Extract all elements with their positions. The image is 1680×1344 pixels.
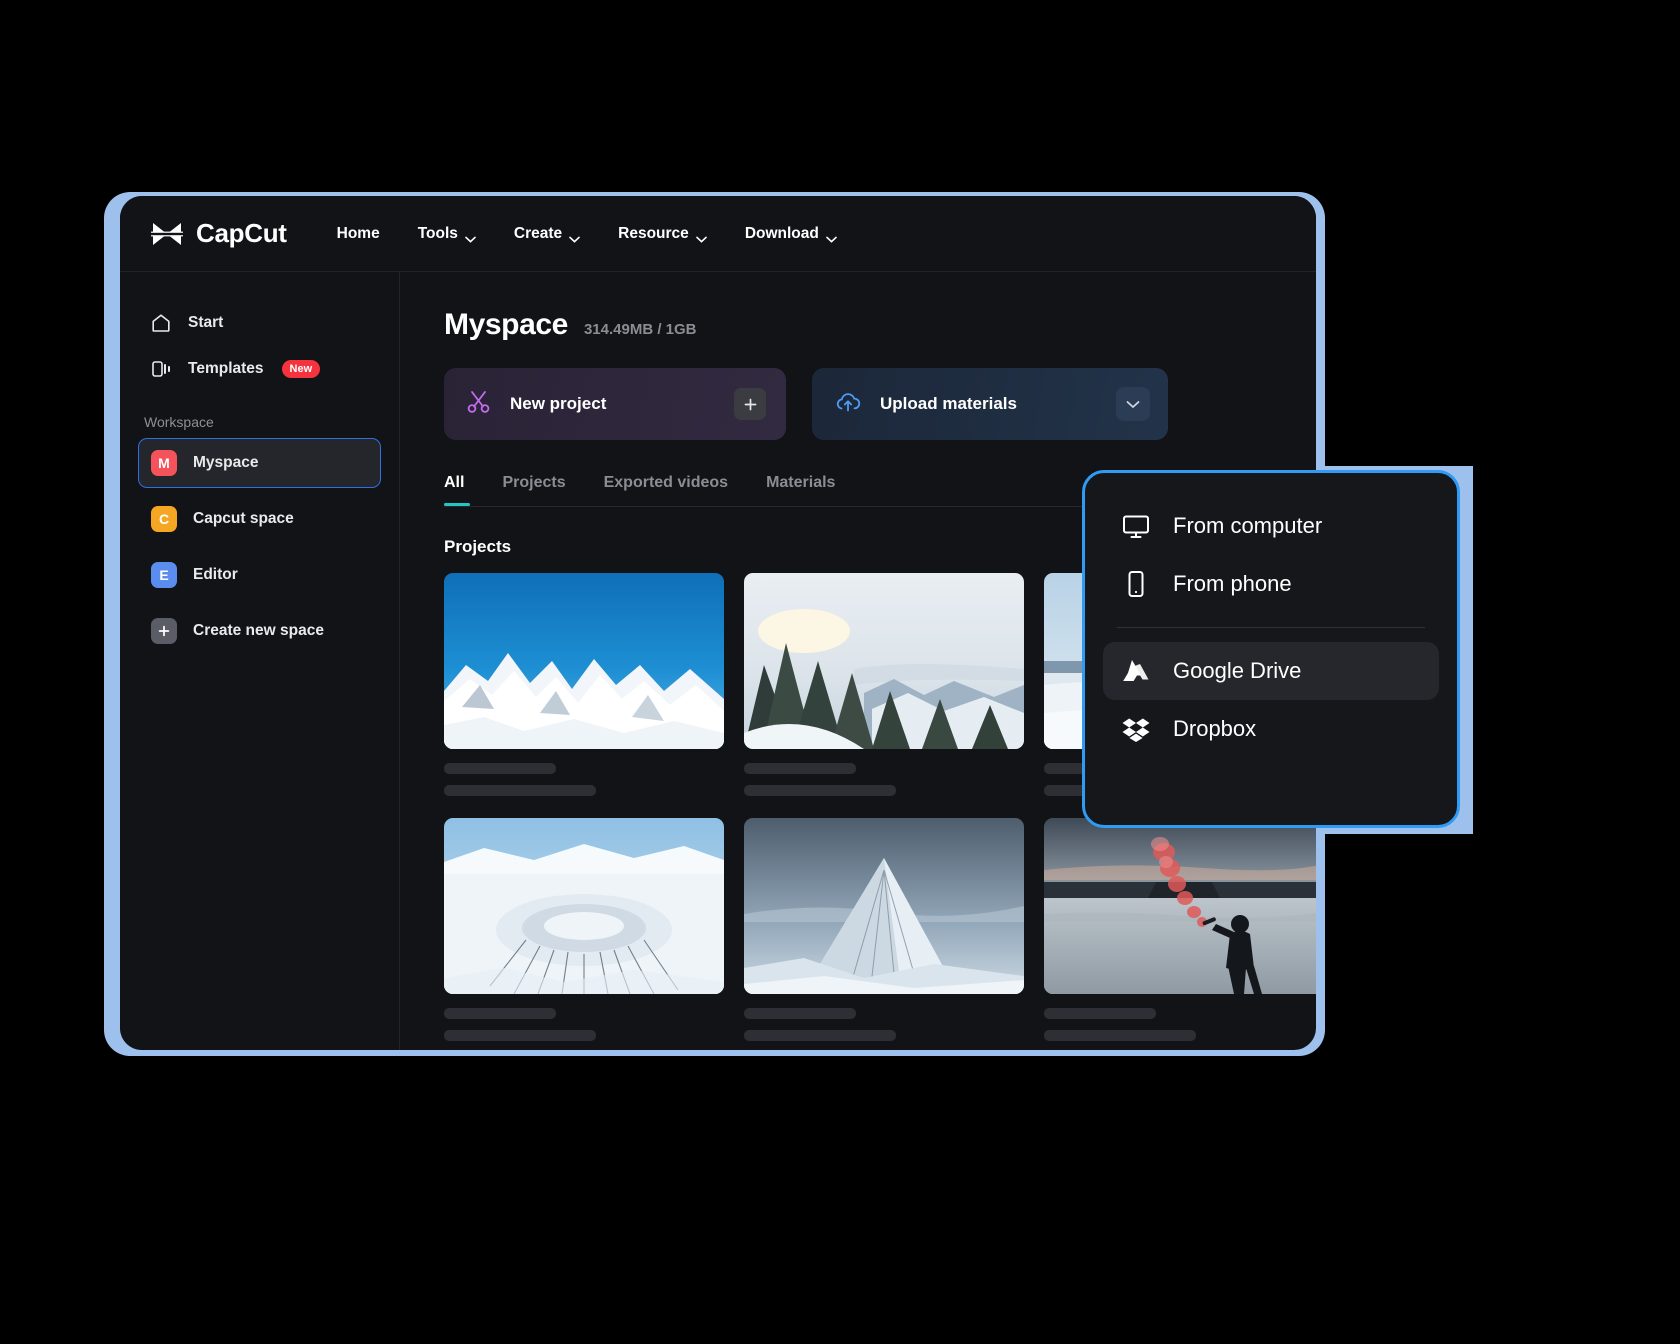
nav-item-create[interactable]: Create: [510, 219, 584, 249]
sidebar-item-label: Myspace: [193, 454, 259, 471]
project-card[interactable]: [1044, 818, 1316, 1041]
sidebar-item-myspace[interactable]: M Myspace: [138, 438, 381, 488]
scissors-icon: [466, 389, 492, 420]
chevron-down-icon: [569, 230, 580, 243]
action-label: New project: [510, 394, 607, 413]
sidebar-item-editor[interactable]: E Editor: [138, 550, 381, 600]
sidebar: Start Templates New Workspace M Myspace …: [120, 272, 400, 1050]
tab-label: All: [444, 474, 465, 491]
sidebar-item-label: Templates: [188, 360, 264, 377]
sidebar-item-label: Create new space: [193, 622, 324, 639]
workspace-avatar: C: [151, 506, 177, 532]
dropdown-item-google-drive[interactable]: Google Drive: [1103, 642, 1439, 700]
dropdown-item-label: Dropbox: [1173, 716, 1257, 741]
plus-icon: [151, 618, 177, 644]
project-meta-placeholder: [744, 785, 896, 796]
sidebar-item-create-new-space[interactable]: Create new space: [138, 606, 381, 656]
chevron-down-icon: [696, 230, 707, 243]
sidebar-item-label: Editor: [193, 566, 238, 583]
nav-item-label: Download: [744, 224, 819, 242]
page-title: Myspace: [444, 308, 568, 341]
tab-label: Materials: [766, 474, 836, 491]
project-title-placeholder: [1044, 1008, 1156, 1019]
nav-item-home[interactable]: Home: [333, 219, 384, 249]
project-card[interactable]: [444, 818, 724, 1041]
tab-all[interactable]: All: [444, 474, 471, 506]
nav-item-tools[interactable]: Tools: [414, 219, 480, 249]
project-title-placeholder: [744, 763, 856, 774]
sidebar-item-label: Start: [188, 314, 224, 331]
chevron-down-icon: [826, 230, 837, 243]
dropdown-divider: [1117, 627, 1425, 628]
project-card[interactable]: [744, 818, 1024, 1041]
project-thumbnail[interactable]: [744, 573, 1024, 749]
add-plus-icon[interactable]: [734, 388, 766, 420]
project-meta-placeholder: [444, 785, 596, 796]
dropdown-item-label: From computer: [1173, 513, 1323, 538]
navbar-items: Home Tools Create Resource Download: [333, 219, 841, 249]
project-thumbnail[interactable]: [444, 818, 724, 994]
workspace-avatar: M: [151, 450, 177, 476]
sidebar-section-label: Workspace: [144, 414, 214, 430]
project-meta-placeholder: [444, 1030, 596, 1041]
dropdown-item-from-phone[interactable]: From phone: [1103, 555, 1439, 613]
tab-label: Exported videos: [603, 474, 729, 491]
nav-item-label: Home: [336, 224, 380, 242]
dropdown-item-label: Google Drive: [1173, 658, 1302, 683]
new-project-button[interactable]: New project: [444, 368, 786, 440]
capcut-logo-icon: [150, 220, 184, 248]
dropdown-item-dropbox[interactable]: Dropbox: [1103, 700, 1439, 758]
storage-usage-label: 314.49MB / 1GB: [583, 321, 697, 338]
project-card[interactable]: [444, 573, 724, 796]
project-thumbnail[interactable]: [1044, 818, 1316, 994]
project-thumbnail[interactable]: [744, 818, 1024, 994]
chevron-down-icon[interactable]: [1116, 387, 1150, 421]
phone-icon: [1121, 569, 1151, 599]
status-badge-new: New: [281, 360, 321, 378]
screenshot-stage: CapCut Home Tools Create Resource Downlo…: [0, 0, 1680, 1344]
action-buttons-row: New project Upload materials: [444, 368, 1276, 440]
project-meta-placeholder: [1044, 1030, 1196, 1041]
cloud-upload-icon: [834, 389, 862, 420]
tab-label: Projects: [502, 474, 566, 491]
chevron-down-icon: [465, 230, 476, 243]
action-label: Upload materials: [880, 394, 1017, 413]
home-icon: [150, 312, 172, 334]
project-meta-placeholder: [744, 1030, 896, 1041]
nav-item-label: Resource: [618, 224, 689, 242]
sidebar-item-start[interactable]: Start: [138, 300, 381, 346]
monitor-icon: [1121, 511, 1151, 541]
nav-item-label: Create: [513, 224, 563, 242]
project-title-placeholder: [744, 1008, 856, 1019]
brand-name: CapCut: [196, 218, 287, 248]
tab-projects[interactable]: Projects: [502, 474, 565, 506]
upload-materials-button[interactable]: Upload materials: [812, 368, 1168, 440]
project-title-placeholder: [444, 763, 556, 774]
top-navbar: CapCut Home Tools Create Resource Downlo…: [120, 196, 1316, 272]
tab-materials[interactable]: Materials: [766, 474, 835, 506]
sidebar-item-capcut-space[interactable]: C Capcut space: [138, 494, 381, 544]
sidebar-item-label: Capcut space: [193, 510, 294, 527]
dropdown-item-label: From phone: [1173, 571, 1292, 596]
upload-source-dropdown: From computer From phone Google Drive Dr…: [1082, 470, 1460, 828]
page-header: Myspace 314.49MB / 1GB: [444, 308, 1276, 342]
workspace-avatar: E: [151, 562, 177, 588]
nav-item-download[interactable]: Download: [741, 219, 841, 249]
tab-exported-videos[interactable]: Exported videos: [604, 474, 728, 506]
sidebar-item-templates[interactable]: Templates New: [138, 346, 381, 392]
brand-logo-group[interactable]: CapCut: [150, 218, 287, 249]
project-thumbnail[interactable]: [444, 573, 724, 749]
google-drive-icon: [1121, 656, 1151, 686]
nav-item-resource[interactable]: Resource: [614, 219, 711, 249]
project-card[interactable]: [744, 573, 1024, 796]
dropdown-item-from-computer[interactable]: From computer: [1103, 497, 1439, 555]
dropbox-icon: [1121, 714, 1151, 744]
project-title-placeholder: [444, 1008, 556, 1019]
nav-item-label: Tools: [417, 224, 458, 242]
templates-icon: [150, 358, 172, 380]
